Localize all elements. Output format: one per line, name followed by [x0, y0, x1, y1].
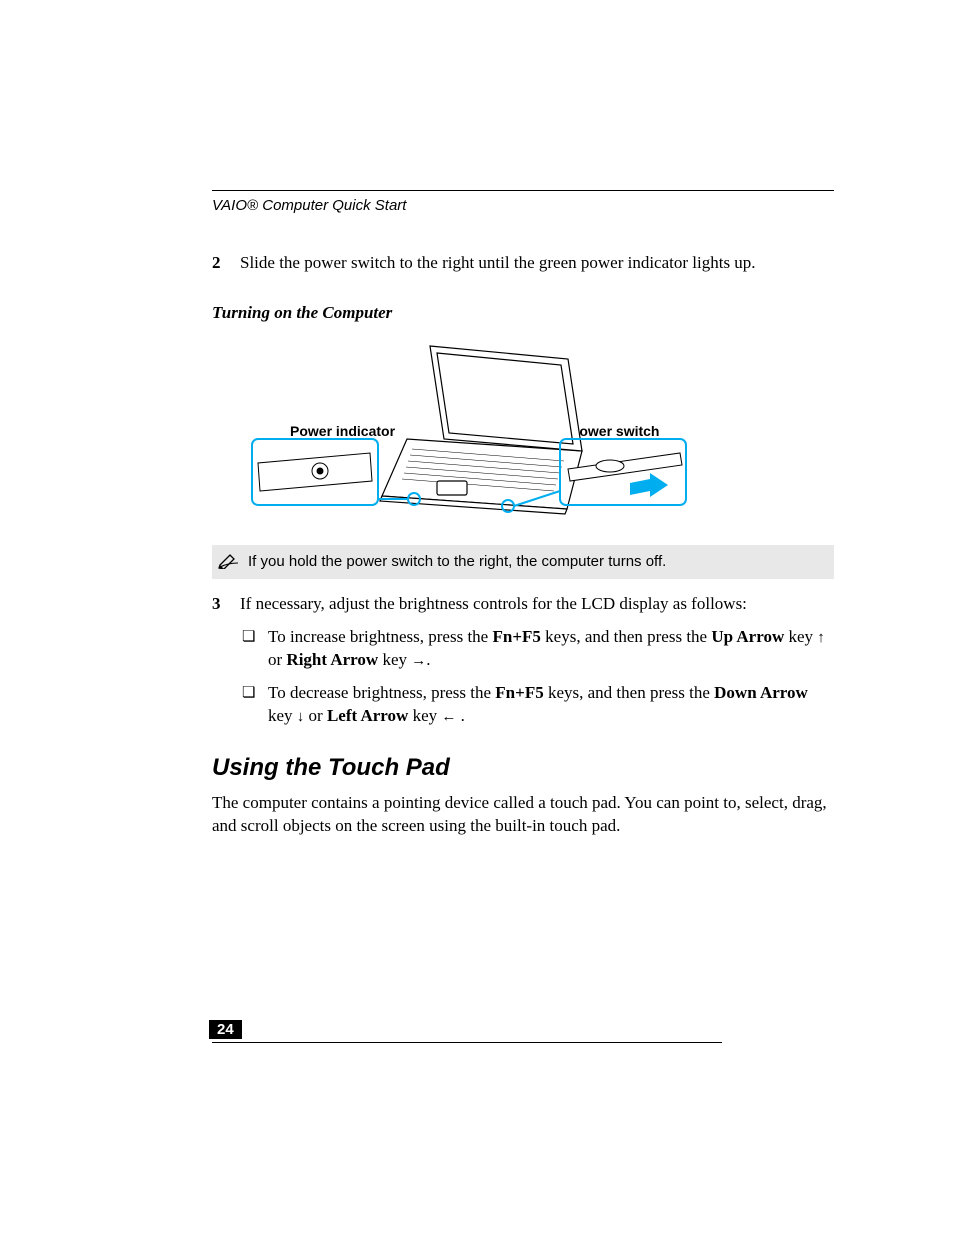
header-rule — [212, 190, 834, 191]
bullet-text-part: . — [426, 650, 430, 669]
bullet-text-part: or — [268, 650, 286, 669]
running-header: VAIO® Computer Quick Start — [212, 197, 834, 214]
bullet-icon: ❏ — [242, 683, 255, 703]
bullet-text-part: keys, and then press the — [544, 683, 714, 702]
bullet-text-part: key — [408, 706, 441, 725]
document-page: VAIO® Computer Quick Start 2 Slide the p… — [0, 0, 954, 1235]
list-item: ❏ To decrease brightness, press the Fn+F… — [242, 682, 834, 728]
step-text: Slide the power switch to the right unti… — [240, 252, 834, 275]
key-name: Left Arrow — [327, 706, 408, 725]
page-footer: 24 — [212, 1042, 722, 1043]
pencil-icon — [218, 551, 240, 573]
bullet-icon: ❏ — [242, 627, 255, 647]
key-name: Fn+F5 — [495, 683, 543, 702]
note-text: If you hold the power switch to the righ… — [248, 553, 666, 570]
list-item: ❏ To increase brightness, press the Fn+F… — [242, 626, 834, 672]
left-arrow-icon: ← — [441, 707, 456, 727]
key-name: Down Arrow — [714, 683, 808, 702]
bullet-text-part: To increase brightness, press the — [268, 627, 492, 646]
key-name: Up Arrow — [711, 627, 784, 646]
step-row: 3 If necessary, adjust the brightness co… — [212, 593, 834, 616]
bullet-text-part: key — [268, 706, 297, 725]
page-number: 24 — [209, 1020, 242, 1039]
bullet-text-part: key — [378, 650, 411, 669]
step-number: 3 — [212, 593, 240, 616]
bullet-list: ❏ To increase brightness, press the Fn+F… — [242, 626, 834, 728]
footer-rule — [212, 1042, 722, 1043]
section-heading: Using the Touch Pad — [212, 754, 834, 782]
bullet-text-part: To decrease brightness, press the — [268, 683, 495, 702]
note-box: If you hold the power switch to the righ… — [212, 545, 834, 579]
laptop-illustration — [212, 331, 722, 531]
step-number: 2 — [212, 252, 240, 275]
bullet-text-part: key — [784, 627, 817, 646]
up-arrow-icon: ↑ — [817, 628, 825, 648]
bullet-text-part: . — [456, 706, 465, 725]
bullet-text-part: or — [304, 706, 327, 725]
figure-caption: Turning on the Computer — [212, 303, 834, 323]
figure: Power indicator Power switch — [212, 331, 834, 531]
bullet-text-part: keys, and then press the — [541, 627, 711, 646]
right-arrow-icon: → — [411, 651, 426, 671]
step-row: 2 Slide the power switch to the right un… — [212, 252, 834, 275]
step-text: If necessary, adjust the brightness cont… — [240, 593, 834, 616]
key-name: Right Arrow — [286, 650, 378, 669]
section-paragraph: The computer contains a pointing device … — [212, 792, 834, 838]
key-name: Fn+F5 — [492, 627, 540, 646]
